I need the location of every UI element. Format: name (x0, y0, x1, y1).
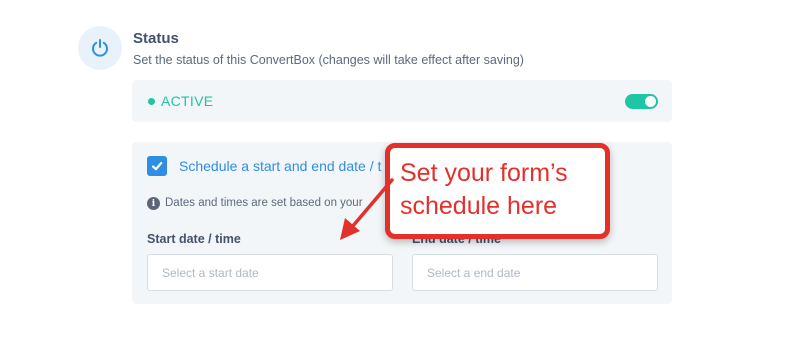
annotation-callout: Set your form’s schedule here (385, 143, 610, 239)
status-bar: ACTIVE (132, 80, 672, 122)
status-description: Set the status of this ConvertBox (chang… (133, 53, 524, 67)
status-title: Status (133, 30, 179, 47)
status-dot (148, 98, 155, 105)
info-icon: i (147, 197, 160, 210)
schedule-checkbox-label[interactable]: Schedule a start and end date / t (179, 158, 381, 174)
end-date-input[interactable] (412, 254, 658, 291)
toggle-knob (645, 96, 656, 107)
start-date-label: Start date / time (147, 232, 241, 246)
power-icon-circle (78, 26, 122, 70)
callout-text: Set your form’s schedule here (400, 157, 600, 223)
callout-line-2: schedule here (400, 192, 558, 220)
status-toggle[interactable] (625, 94, 658, 109)
start-date-input[interactable] (147, 254, 393, 291)
info-text: Dates and times are set based on your (165, 197, 363, 209)
checkmark-icon (151, 161, 163, 171)
schedule-checkbox[interactable] (147, 156, 167, 176)
status-label: ACTIVE (161, 93, 214, 109)
power-icon (92, 39, 108, 57)
callout-line-1: Set your form’s (400, 159, 568, 187)
